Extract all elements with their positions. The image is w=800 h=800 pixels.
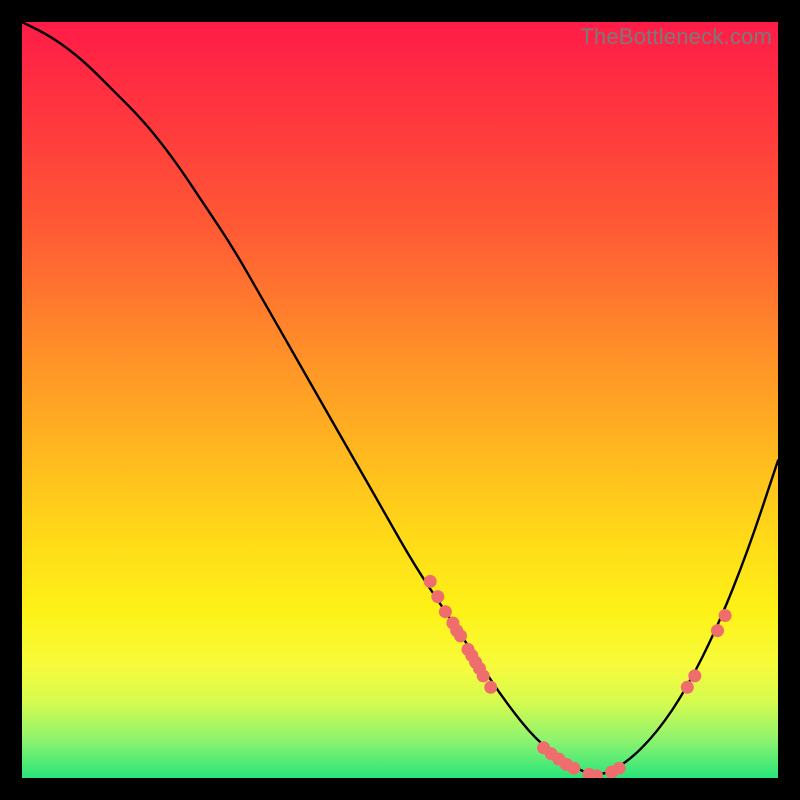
marker-dot: [484, 681, 497, 694]
marker-group: [424, 575, 732, 778]
marker-dot: [719, 609, 732, 622]
marker-dot: [711, 624, 724, 637]
marker-dot: [477, 669, 490, 682]
marker-dot: [681, 681, 694, 694]
marker-dot: [613, 762, 626, 775]
marker-dot: [567, 762, 580, 775]
marker-dot: [431, 590, 444, 603]
watermark-label: TheBottleneck.com: [580, 24, 772, 50]
chart-frame: TheBottleneck.com: [0, 0, 800, 800]
marker-dot: [439, 605, 452, 618]
marker-dot: [454, 629, 467, 642]
bottleneck-curve: [22, 22, 778, 774]
plot-area: TheBottleneck.com: [22, 22, 778, 778]
marker-dot: [688, 669, 701, 682]
marker-dot: [424, 575, 437, 588]
curve-layer: [22, 22, 778, 778]
